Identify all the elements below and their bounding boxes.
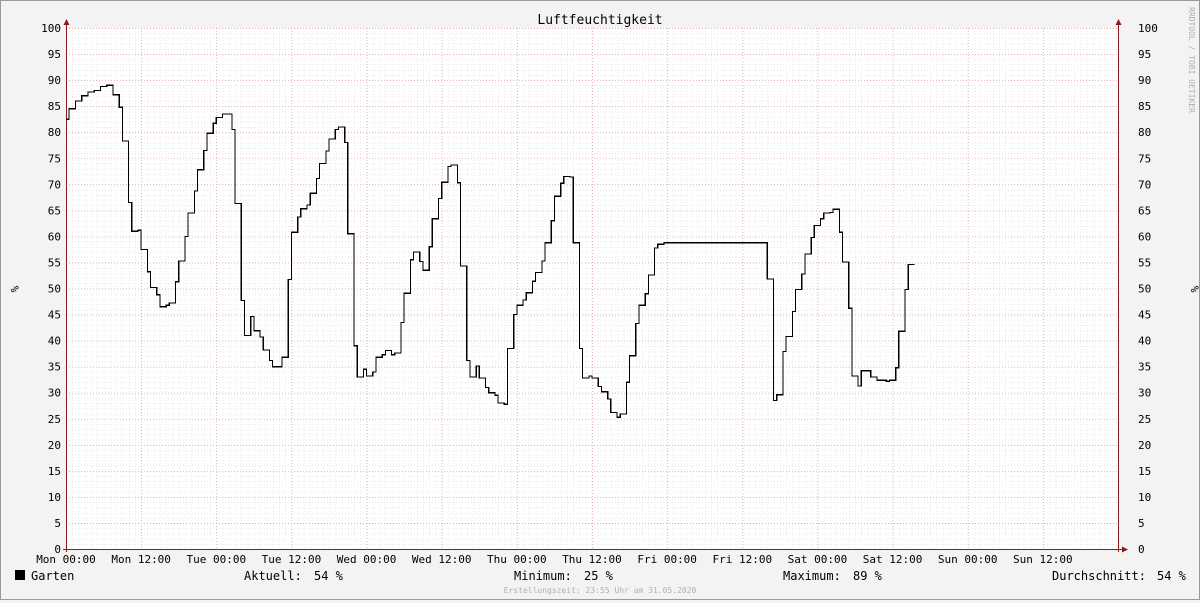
y-tick-label: 50 [48, 283, 61, 296]
y-tick-label: 60 [48, 230, 61, 243]
y-tick-label: 90 [1138, 74, 1151, 87]
x-tick-label: Fri 00:00 [637, 553, 697, 566]
legend-avg-value: 54 % [1157, 569, 1187, 583]
x-tick-label: Sat 00:00 [788, 553, 848, 566]
y-tick-label: 95 [48, 48, 61, 61]
humidity-chart: 0 5 10 15 20 25 30 35 40 45 50 55 60 65 70 75 80 85 90 95 10… [1, 1, 1200, 599]
y-tick-label: 45 [1138, 309, 1151, 322]
x-tick-label: Tue 12:00 [262, 553, 322, 566]
y-tick-label: 75 [1138, 152, 1151, 165]
legend-series-name: Garten [31, 569, 74, 583]
x-tick-label: Sat 12:00 [863, 553, 923, 566]
x-tick-label: Fri 12:00 [712, 553, 772, 566]
y-tick-label: 60 [1138, 230, 1151, 243]
legend-current-label: Aktuell: [244, 569, 302, 583]
creation-timestamp: Erstellungszeit: 23:55 Uhr am 31.05.2020 [504, 586, 697, 595]
y-tick-label: 45 [48, 309, 61, 322]
y-tick-label: 35 [48, 361, 61, 374]
plot-area [66, 28, 1118, 549]
y-tick-label: 70 [48, 178, 61, 191]
y-tick-label: 40 [1138, 335, 1151, 348]
y-tick-label: 70 [1138, 178, 1151, 191]
legend-current-value: 54 % [314, 569, 344, 583]
x-tick-label: Thu 12:00 [562, 553, 622, 566]
y-tick-label: 25 [48, 413, 61, 426]
y-tick-label: 100 [41, 22, 61, 35]
y-tick-label: 15 [1138, 465, 1151, 478]
x-tick-label: Sun 00:00 [938, 553, 998, 566]
x-tick-label: Wed 00:00 [337, 553, 397, 566]
y-axis-label-left: % [8, 286, 21, 293]
x-tick-label: Tue 00:00 [186, 553, 246, 566]
y-tick-label: 100 [1138, 22, 1158, 35]
y-tick-label: 80 [48, 126, 61, 139]
legend-max-label: Maximum: [783, 569, 841, 583]
y-tick-label: 55 [48, 256, 61, 269]
x-tick-label: Thu 00:00 [487, 553, 547, 566]
legend-min-label: Minimum: [514, 569, 572, 583]
y-tick-label: 10 [48, 491, 61, 504]
y-tick-label: 75 [48, 152, 61, 165]
chart-title: Luftfeuchtigkeit [537, 13, 662, 28]
y-tick-label: 15 [48, 465, 61, 478]
y-tick-label: 55 [1138, 256, 1151, 269]
legend-avg-label: Durchschnitt: [1052, 569, 1146, 583]
x-tick-label: Mon 12:00 [111, 553, 171, 566]
y-tick-label: 5 [54, 517, 61, 530]
y-tick-label: 50 [1138, 283, 1151, 296]
y-tick-label: 85 [48, 100, 61, 113]
x-tick-label: Sun 12:00 [1013, 553, 1073, 566]
y-tick-label: 40 [48, 335, 61, 348]
chart-window: 0 5 10 15 20 25 30 35 40 45 50 55 60 65 70 75 80 85 90 95 10… [0, 0, 1200, 600]
x-tick-label: Mon 00:00 [36, 553, 96, 566]
y-tick-label: 10 [1138, 491, 1151, 504]
y-tick-label: 35 [1138, 361, 1151, 374]
y-tick-label: 65 [1138, 204, 1151, 217]
y-tick-label: 65 [48, 204, 61, 217]
y-tick-label: 95 [1138, 48, 1151, 61]
y-tick-label: 20 [1138, 439, 1151, 452]
y-tick-label: 20 [48, 439, 61, 452]
y-tick-label: 25 [1138, 413, 1151, 426]
y-tick-label: 0 [1138, 543, 1145, 556]
y-tick-label: 85 [1138, 100, 1151, 113]
y-tick-label: 30 [48, 387, 61, 400]
y-tick-label: 30 [1138, 387, 1151, 400]
legend-swatch [15, 570, 25, 580]
y-tick-label: 90 [48, 74, 61, 87]
y-tick-label: 5 [1138, 517, 1145, 530]
watermark: RRDTOOL / TOBI OETIKER [1187, 7, 1196, 113]
x-tick-label: Wed 12:00 [412, 553, 472, 566]
legend-max-value: 89 % [853, 569, 883, 583]
y-axis-label-right: % [1188, 286, 1199, 293]
legend-min-value: 25 % [584, 569, 614, 583]
y-tick-label: 80 [1138, 126, 1151, 139]
